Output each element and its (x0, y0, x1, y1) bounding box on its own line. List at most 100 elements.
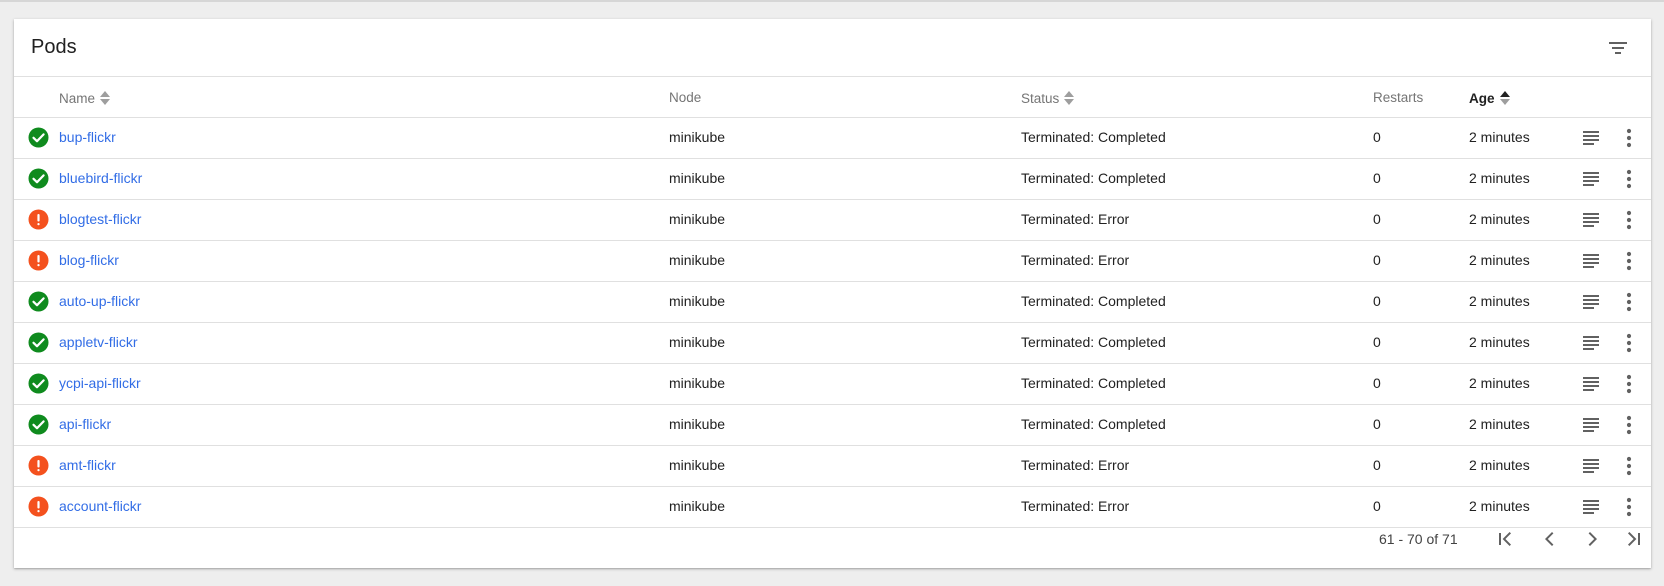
pod-status: Terminated: Error (1021, 211, 1130, 227)
logs-icon[interactable] (1581, 456, 1601, 476)
more-vert-icon[interactable] (1624, 168, 1634, 190)
more-vert-icon[interactable] (1624, 373, 1634, 395)
sort-arrows-icon[interactable] (99, 90, 111, 106)
more-vert-icon[interactable] (1624, 291, 1634, 313)
pod-age: 2 minutes (1469, 170, 1530, 186)
pagination-bar: 61 - 70 of 71 (14, 518, 1651, 568)
logs-icon[interactable] (1581, 292, 1601, 312)
pod-age: 2 minutes (1469, 416, 1530, 432)
pod-restarts: 0 (1373, 293, 1381, 309)
table-header: Name Node Status Restarts Age (14, 77, 1651, 118)
more-vert-icon[interactable] (1624, 496, 1634, 518)
pod-restarts: 0 (1373, 334, 1381, 350)
pod-restarts: 0 (1373, 457, 1381, 473)
error-circle-icon (28, 496, 49, 517)
pod-restarts: 0 (1373, 129, 1381, 145)
logs-icon[interactable] (1581, 497, 1601, 517)
pod-node: minikube (669, 375, 726, 391)
next-page-button[interactable] (1580, 527, 1604, 551)
logs-icon[interactable] (1581, 128, 1601, 148)
pod-name-link[interactable]: ycpi-api-flickr (59, 375, 141, 391)
pod-restarts: 0 (1373, 170, 1381, 186)
pod-status: Terminated: Completed (1021, 416, 1166, 432)
pod-status: Terminated: Completed (1021, 170, 1166, 186)
sort-ascending-icon[interactable] (1499, 90, 1511, 106)
table-row: api-flickr minikube Terminated: Completed 0… (14, 404, 1651, 446)
pod-status: Terminated: Error (1021, 498, 1130, 514)
more-vert-icon[interactable] (1624, 332, 1634, 354)
card-title: Pods (31, 36, 77, 58)
pod-status: Terminated: Error (1021, 457, 1130, 473)
chevron-left-icon (1545, 532, 1554, 546)
pod-name-link[interactable]: bup-flickr (59, 129, 116, 145)
more-vert-icon[interactable] (1624, 414, 1634, 436)
column-label-restarts: Restarts (1373, 90, 1424, 105)
pod-age: 2 minutes (1469, 457, 1530, 473)
column-label-age: Age (1469, 90, 1495, 106)
error-circle-icon (28, 209, 49, 230)
previous-page-button[interactable] (1538, 527, 1562, 551)
column-header-age[interactable]: Age (1469, 90, 1511, 106)
pod-node: minikube (669, 457, 726, 473)
column-header-name[interactable]: Name (59, 90, 111, 106)
pod-node: minikube (669, 211, 726, 227)
pod-restarts: 0 (1373, 252, 1381, 268)
last-page-button[interactable] (1622, 527, 1646, 551)
pod-node: minikube (669, 293, 726, 309)
logs-icon[interactable] (1581, 251, 1601, 271)
first-page-button[interactable] (1493, 527, 1517, 551)
card-header: Pods (14, 19, 1651, 77)
first-page-icon (1499, 532, 1511, 546)
pod-age: 2 minutes (1469, 252, 1530, 268)
table-row: ycpi-api-flickr minikube Terminated: Compl… (14, 363, 1651, 405)
more-vert-icon[interactable] (1624, 209, 1634, 231)
check-circle-icon (28, 414, 49, 435)
filter-button[interactable] (1604, 34, 1632, 62)
logs-icon[interactable] (1581, 169, 1601, 189)
pod-age: 2 minutes (1469, 211, 1530, 227)
pod-restarts: 0 (1373, 211, 1381, 227)
pod-age: 2 minutes (1469, 375, 1530, 391)
logs-icon[interactable] (1581, 415, 1601, 435)
pod-restarts: 0 (1373, 375, 1381, 391)
more-vert-icon[interactable] (1624, 127, 1634, 149)
logs-icon[interactable] (1581, 210, 1601, 230)
pod-name-link[interactable]: blogtest-flickr (59, 211, 141, 227)
column-header-restarts: Restarts (1373, 90, 1423, 105)
table-row: blogtest-flickr minikube Terminated: Error… (14, 199, 1651, 241)
table-row: auto-up-flickr minikube Terminated: Comple… (14, 281, 1651, 323)
pod-status: Terminated: Completed (1021, 334, 1166, 350)
pod-name-link[interactable]: account-flickr (59, 498, 141, 514)
column-header-node: Node (669, 90, 701, 105)
logs-icon[interactable] (1581, 333, 1601, 353)
pod-node: minikube (669, 129, 726, 145)
error-circle-icon (28, 250, 49, 271)
pod-name-link[interactable]: api-flickr (59, 416, 111, 432)
pod-node: minikube (669, 170, 726, 186)
logs-icon[interactable] (1581, 374, 1601, 394)
top-divider (0, 0, 1664, 2)
table-row: bluebird-flickr minikube Terminated: Compl… (14, 158, 1651, 200)
pod-node: minikube (669, 334, 726, 350)
pagination-range: 61 - 70 of 71 (1379, 531, 1458, 547)
pod-name-link[interactable]: auto-up-flickr (59, 293, 140, 309)
pod-name-link[interactable]: appletv-flickr (59, 334, 138, 350)
pod-name-link[interactable]: amt-flickr (59, 457, 116, 473)
pod-name-link[interactable]: bluebird-flickr (59, 170, 142, 186)
column-label-status: Status (1021, 90, 1060, 106)
filter-list-icon (1609, 42, 1627, 54)
error-circle-icon (28, 455, 49, 476)
check-circle-icon (28, 373, 49, 394)
last-page-icon (1628, 532, 1640, 546)
pod-node: minikube (669, 416, 726, 432)
pod-status: Terminated: Error (1021, 252, 1130, 268)
chevron-right-icon (1588, 532, 1597, 546)
more-vert-icon[interactable] (1624, 250, 1634, 272)
sort-arrows-icon[interactable] (1063, 90, 1075, 106)
check-circle-icon (28, 127, 49, 148)
more-vert-icon[interactable] (1624, 455, 1634, 477)
pod-node: minikube (669, 252, 726, 268)
column-header-status[interactable]: Status (1021, 90, 1075, 106)
pod-age: 2 minutes (1469, 129, 1530, 145)
pod-name-link[interactable]: blog-flickr (59, 252, 119, 268)
